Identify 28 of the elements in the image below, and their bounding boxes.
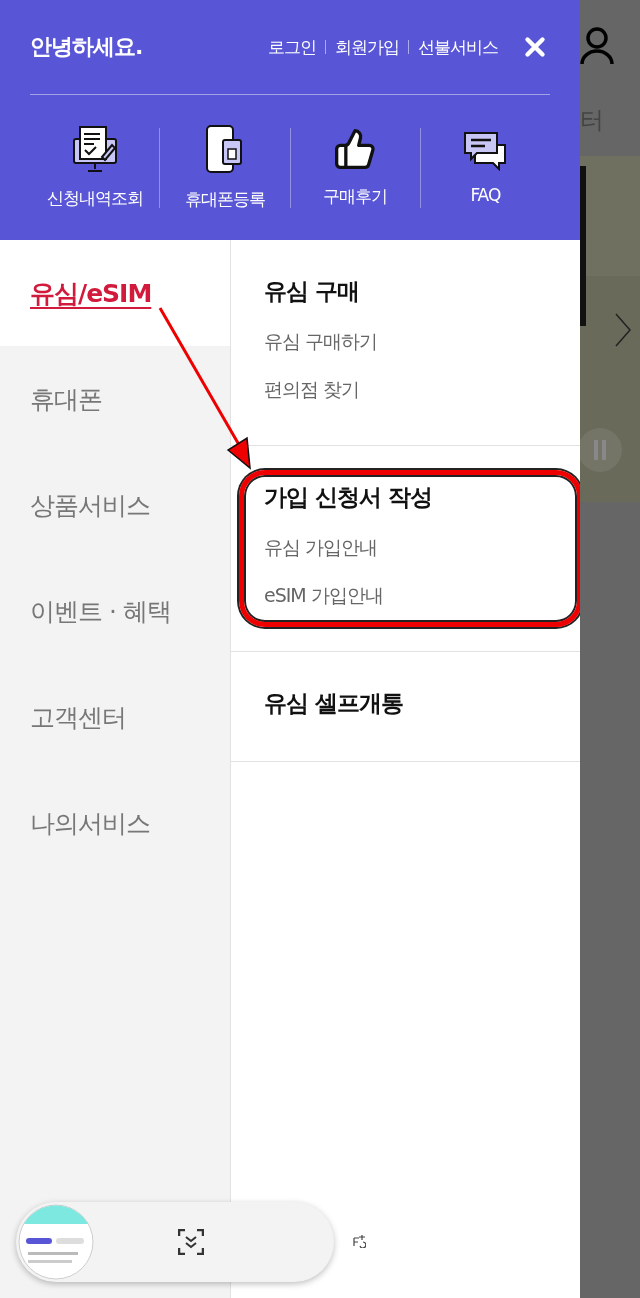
greeting: 안녕하세요. (30, 33, 144, 61)
category-tab[interactable]: 휴대폰 (0, 346, 230, 452)
section-title[interactable]: 유심 구매 (264, 276, 547, 307)
quick-menu-item[interactable]: 신청내역조회 (30, 125, 160, 210)
user-icon (580, 26, 614, 66)
header-link[interactable]: 회원가입 (335, 35, 399, 59)
category-tab[interactable]: 유심/eSIM (0, 240, 230, 346)
header-link[interactable]: 선불서비스 (418, 35, 498, 59)
header-link[interactable]: 로그인 (268, 35, 316, 59)
chevron-right-icon[interactable] (614, 312, 632, 348)
phone-sim-icon (204, 124, 245, 174)
category-tab[interactable]: 이벤트 · 혜택 (0, 558, 230, 664)
section-title[interactable]: 가입 신청서 작성 (264, 482, 547, 513)
category-tab[interactable]: 나의서비스 (0, 770, 230, 876)
category-tab[interactable]: 상품서비스 (0, 452, 230, 558)
submenu-link[interactable]: 유심 구매하기 (264, 329, 547, 355)
chat-bubbles-icon (463, 130, 508, 171)
section-title[interactable]: 유심 셀프개통 (264, 688, 547, 719)
submenu-link[interactable]: eSIM 가입안내 (264, 583, 547, 609)
quick-menu-item[interactable]: 휴대폰등록 (160, 124, 290, 211)
quick-menu-item[interactable]: FAQ (420, 130, 550, 205)
submenu-link[interactable]: 편의점 찾기 (264, 377, 547, 403)
quick-menu-item[interactable]: 구매후기 (290, 127, 420, 208)
thumbs-up-icon (333, 127, 378, 171)
category-tab[interactable]: 고객센터 (0, 664, 230, 770)
scroll-capture-icon[interactable] (178, 1229, 204, 1255)
monitor-document-icon (71, 125, 118, 173)
submenu-link[interactable]: 유심 가입안내 (264, 535, 547, 561)
